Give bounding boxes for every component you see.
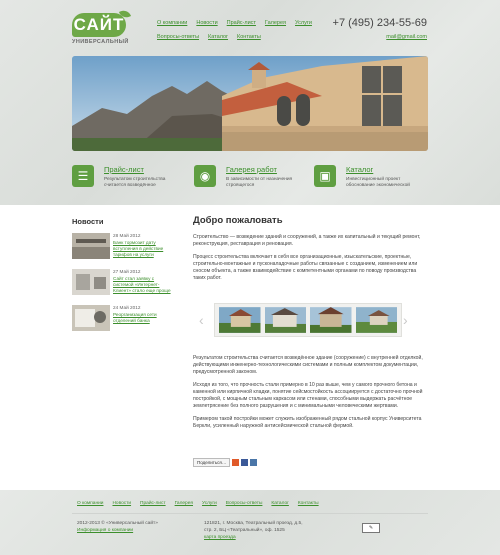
logo-badge: САЙТ [72,8,132,37]
nav-link-catalog[interactable]: Каталог [208,34,228,40]
vk-icon[interactable] [250,459,258,466]
footer-navigation: О компании Новости Прайс-лист Галерея Ус… [77,501,319,506]
paragraph-1: Строительство — возведение зданий и соор… [193,234,421,247]
footer-link-catalog[interactable]: Каталог [271,501,288,506]
header-contact: +7 (495) 234-55-69 mail@gmail.com [333,17,427,40]
footer-divider [72,513,428,514]
footer-link-contacts[interactable]: Контакты [298,501,319,506]
article-continuation: Результатом строительства считается возв… [193,355,423,436]
paragraph-4: Исходя из того, что прочность стали прим… [193,382,423,409]
nav-link-contacts[interactable]: Контакты [237,34,261,40]
map-link[interactable]: карта проезда [204,535,236,540]
sidebar-title: Новости [72,217,104,226]
hero-banner [72,56,428,151]
share-bar: Поделиться… [193,458,258,467]
logo-text: САЙТ [73,15,125,34]
gallery-next-arrow-icon[interactable]: › [403,312,408,328]
footer: О компании Новости Прайс-лист Галерея Ус… [0,490,500,555]
email-link[interactable]: mail@gmail.com [333,34,427,40]
feature-catalog[interactable]: ▣ Каталог Инвестиционный проект обоснова… [314,165,421,189]
footer-link-pricelist[interactable]: Прайс-лист [140,501,166,506]
list-icon: ☰ [72,165,94,187]
gallery-prev-arrow-icon[interactable]: ‹ [199,312,204,328]
developer-badge-icon[interactable]: ✎ [362,523,380,533]
bookmark-icon[interactable] [232,459,240,466]
footer-link-faq[interactable]: Вопросы-ответы [226,501,263,506]
nav-link-about[interactable]: О компании [157,20,187,26]
paragraph-3: Результатом строительства считается возв… [193,355,423,375]
news-link[interactable]: Банк тормозит дату вступления в действие… [113,240,172,258]
top-nav-row-1: О компании Новости Прайс-лист Галерея Ус… [157,20,347,26]
nav-link-services[interactable]: Услуги [295,20,312,26]
footer-link-news[interactable]: Новости [112,501,131,506]
news-link[interactable]: Сайт стал заявку с системой «Интернет-Кл… [113,276,172,294]
logo-subtitle: УНИВЕРСАЛЬНЫЙ [72,39,129,45]
footer-address: 121821, г. Москва, Театральный проезд, д… [204,520,304,541]
hero-banner-image [72,56,428,151]
feature-title-link[interactable]: Прайс-лист [104,165,179,174]
news-thumbnail[interactable] [72,305,110,331]
logo[interactable]: САЙТ УНИВЕРСАЛЬНЫЙ [72,8,132,45]
footer-link-services[interactable]: Услуги [202,501,217,506]
footer-link-about[interactable]: О компании [77,501,103,506]
paragraph-5: Примером такой постройки может служить и… [193,416,422,429]
briefcase-icon: ▣ [314,165,336,187]
camera-icon: ◉ [194,165,216,187]
footer-copyright: 2012-2013 © «Универсальный сайт» Информа… [77,520,158,534]
header: САЙТ УНИВЕРСАЛЬНЫЙ О компании Новости Пр… [0,0,500,205]
nav-link-gallery[interactable]: Галерея [265,20,286,26]
company-info-link[interactable]: Информация о компании [77,528,133,533]
footer-link-gallery[interactable]: Галерея [175,501,193,506]
news-date: 24 Май 2012 [113,305,141,310]
news-thumbnail[interactable] [72,233,110,259]
news-sidebar: Новости 28 Май 2012 Банк тормозит дату в… [72,217,172,341]
news-date: 28 Май 2012 [113,233,141,238]
news-thumbnail[interactable] [72,269,110,295]
page-title: Добро пожаловать [193,215,283,226]
copyright-text: 2012-2013 © «Универсальный сайт» [77,521,158,526]
address-text: 121821, г. Москва, Театральный проезд, д… [204,521,303,533]
top-nav-row-2: Вопросы-ответы Каталог Контакты [157,34,347,40]
feature-description: В зависимости от назначения строящегося [226,177,293,188]
news-item: 28 Май 2012 Банк тормозит дату вступлени… [72,233,172,259]
gallery-image[interactable] [355,307,398,333]
image-gallery: ‹ › [193,303,413,337]
main-article: Добро пожаловать Строительство — возведе… [193,215,423,467]
paragraph-2: Процесс строительства включает в себя вс… [193,254,418,281]
nav-link-pricelist[interactable]: Прайс-лист [227,20,256,26]
feature-title-link[interactable]: Каталог [346,165,421,174]
gallery-image[interactable] [310,307,352,333]
news-link[interactable]: Реорганизация сети отделений банка [113,312,172,324]
gallery-strip [214,303,402,337]
news-item: 24 Май 2012 Реорганизация сети отделений… [72,305,172,331]
nav-link-faq[interactable]: Вопросы-ответы [157,34,199,40]
facebook-icon[interactable] [241,459,249,466]
top-navigation: О компании Новости Прайс-лист Галерея Ус… [157,20,347,48]
news-item: 27 Май 2012 Сайт стал заявку с системой … [72,269,172,295]
feature-gallery[interactable]: ◉ Галерея работ В зависимости от назначе… [194,165,301,189]
phone-number: +7 (495) 234-55-69 [332,17,427,29]
share-button[interactable]: Поделиться… [193,458,231,467]
feature-description: Результатом строительства считается возв… [104,177,166,188]
feature-title-link[interactable]: Галерея работ [226,165,301,174]
news-date: 27 Май 2012 [113,269,141,274]
feature-description: Инвестиционный проект обоснование эконом… [346,177,410,188]
gallery-image[interactable] [219,307,261,333]
feature-pricelist[interactable]: ☰ Прайс-лист Результатом строительства с… [72,165,179,189]
content-area: Новости 28 Май 2012 Банк тормозит дату в… [0,205,500,490]
nav-link-news[interactable]: Новости [196,20,217,26]
gallery-image[interactable] [264,307,307,333]
